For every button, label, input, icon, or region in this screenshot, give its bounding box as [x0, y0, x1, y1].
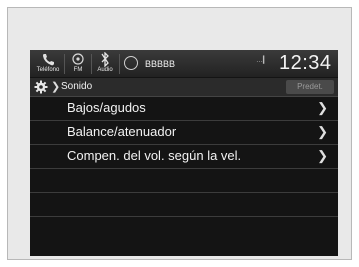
title-bar: ❯ Sonido Predet. — [30, 78, 338, 97]
tab-divider — [91, 54, 92, 74]
source-icon — [124, 56, 138, 70]
tab-phone[interactable]: Teléfono — [34, 50, 62, 77]
clock: 12:34 — [279, 52, 332, 74]
signal-indicator: …▎ — [256, 57, 269, 64]
list-item-empty — [30, 169, 338, 193]
audio-icon — [101, 52, 109, 67]
chevron-right-icon: ❯ — [317, 100, 328, 115]
list-item-label: Compen. del vol. según la vel. — [67, 148, 242, 163]
list-item-label: Bajos/agudos — [67, 100, 146, 115]
default-button[interactable]: Predet. — [286, 80, 334, 94]
list-item-balance-fader[interactable]: Balance/atenuador ❯ — [30, 121, 338, 145]
tab-audio-label: Audio — [97, 67, 113, 73]
tab-audio[interactable]: Audio — [93, 50, 117, 77]
breadcrumb-chevron-icon: ❯ — [51, 81, 61, 93]
phone-icon — [43, 54, 54, 66]
chevron-right-icon: ❯ — [317, 124, 328, 139]
chevron-right-icon: ❯ — [317, 148, 328, 163]
infotainment-screen: Teléfono FM Audio BBBBB …▎ 12:34 ❯ Sonid… — [30, 50, 338, 256]
tab-fm[interactable]: FM — [66, 50, 90, 77]
tab-fm-label: FM — [73, 67, 83, 73]
list-item-bass-treble[interactable]: Bajos/agudos ❯ — [30, 97, 338, 121]
status-bar: Teléfono FM Audio BBBBB …▎ 12:34 — [30, 50, 338, 77]
tab-divider — [119, 54, 120, 74]
tab-phone-label: Teléfono — [36, 67, 60, 73]
gear-icon — [34, 80, 48, 94]
list-item-empty — [30, 193, 338, 217]
settings-list: Bajos/agudos ❯ Balance/atenuador ❯ Compe… — [30, 97, 338, 217]
list-item-label: Balance/atenuador — [67, 124, 177, 139]
station-name: BBBBB — [145, 59, 176, 69]
page-title: Sonido — [61, 81, 93, 92]
list-item-speed-volume-compensation[interactable]: Compen. del vol. según la vel. ❯ — [30, 145, 338, 169]
tab-divider — [64, 54, 65, 74]
radio-icon — [72, 53, 84, 65]
